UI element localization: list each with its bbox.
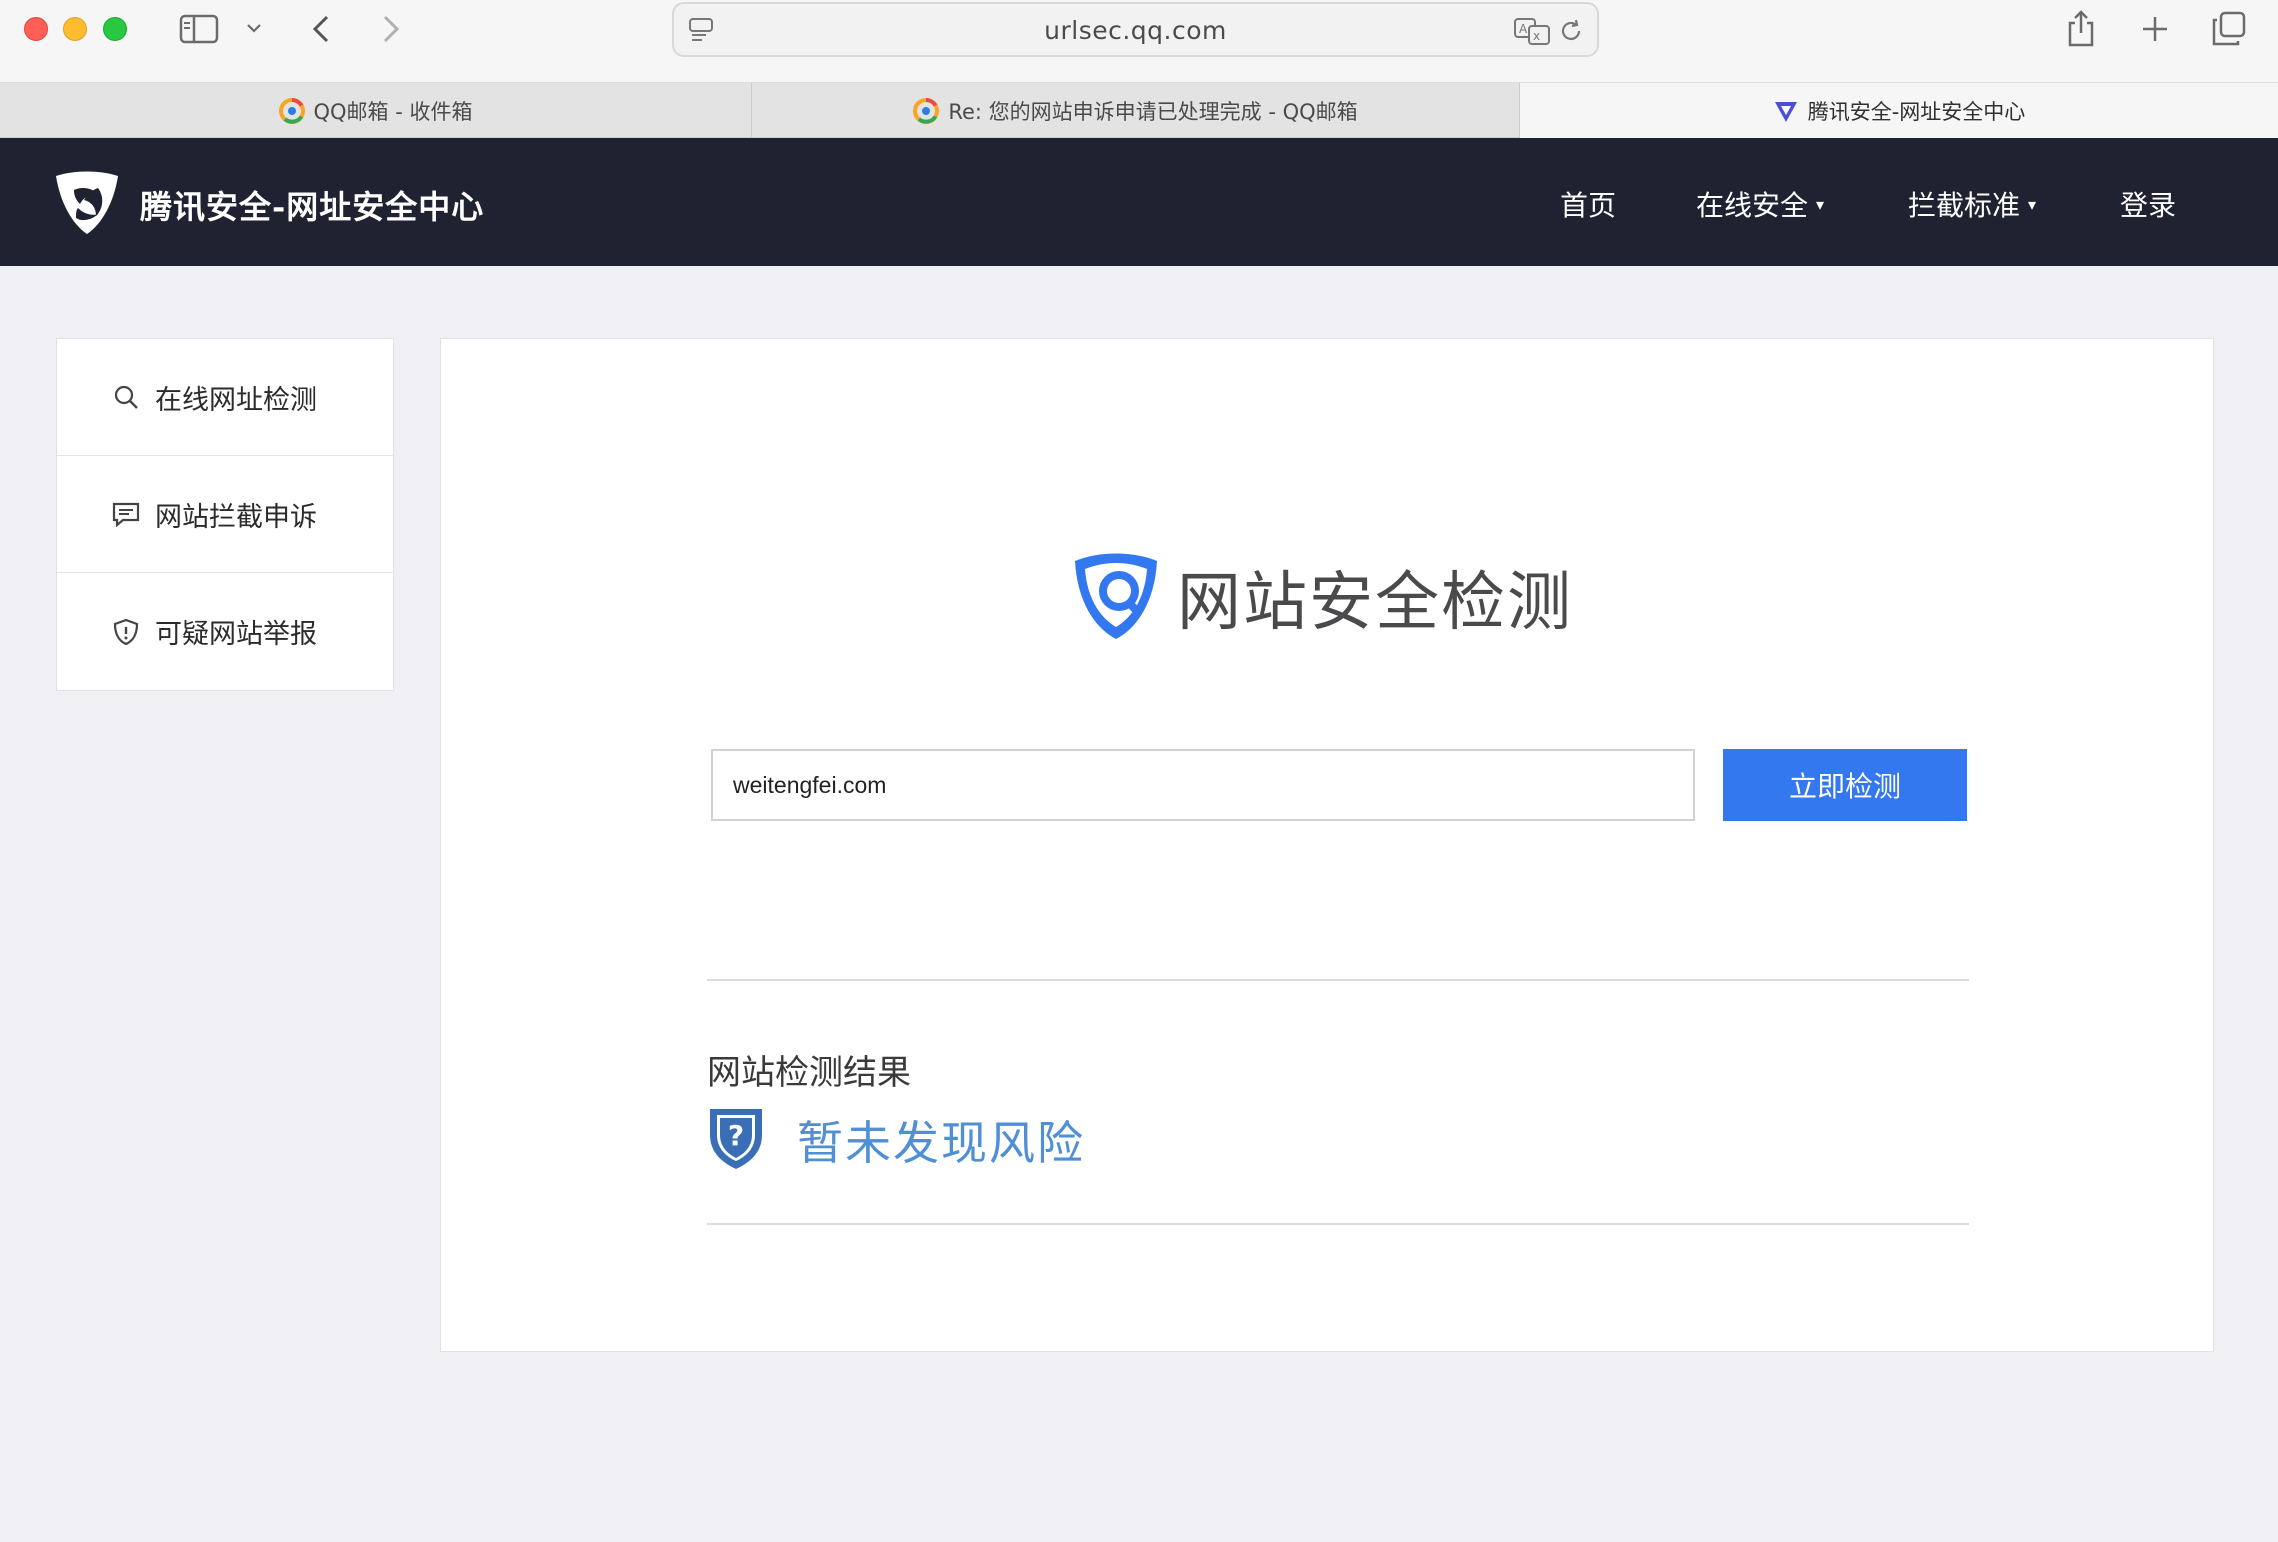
- chevron-down-icon[interactable]: [244, 18, 264, 38]
- caret-down-icon: ▾: [1816, 194, 1825, 214]
- forward-icon[interactable]: [376, 12, 406, 46]
- minimize-window-button[interactable]: [63, 17, 87, 41]
- sidebar-item-label: 网站拦截申诉: [155, 501, 317, 533]
- site-header: 腾讯安全-网址安全中心 首页 在线安全 ▾ 拦截标准 ▾ 登录: [0, 138, 2278, 266]
- new-tab-icon[interactable]: [2138, 12, 2172, 46]
- caret-down-icon: ▾: [2028, 194, 2037, 214]
- maximize-window-button[interactable]: [103, 17, 127, 41]
- svg-text:A: A: [1519, 22, 1528, 36]
- shield-question-icon: ?: [710, 1109, 762, 1169]
- tab-tencent-security[interactable]: 腾讯安全-网址安全中心: [1520, 83, 2278, 138]
- close-window-button[interactable]: [24, 17, 48, 41]
- divider: [707, 979, 1969, 981]
- divider: [707, 1223, 1969, 1225]
- svg-text:?: ?: [728, 1119, 744, 1152]
- search-icon: [114, 385, 138, 409]
- comment-icon: [112, 502, 140, 528]
- result-status: 暂未发现风险: [797, 1116, 1085, 1170]
- nav-label: 首页: [1560, 189, 1617, 222]
- qq-mail-favicon-icon: [278, 97, 305, 124]
- svg-text:x: x: [1533, 29, 1540, 43]
- address-bar[interactable]: urlsec.qq.com Ax: [672, 2, 1599, 57]
- nav-login[interactable]: 登录: [2120, 184, 2176, 224]
- nav-label: 在线安全: [1696, 189, 1809, 222]
- shield-alert-icon: [113, 618, 139, 645]
- sidebar-item-label: 可疑网站举报: [155, 619, 317, 650]
- tab-strip: QQ邮箱 - 收件箱 Re: 您的网站申诉申请已处理完成 - QQ邮箱 腾讯安全…: [0, 83, 2278, 138]
- nav-label: 登录: [2120, 189, 2177, 222]
- check-now-button[interactable]: 立即检测: [1723, 749, 1967, 821]
- hero-title: 网站安全检测: [1177, 566, 1573, 640]
- sidebar-item-online-check[interactable]: 在线网址检测: [57, 339, 393, 456]
- translate-icon[interactable]: Ax: [1512, 16, 1552, 46]
- sidebar: 在线网址检测 网站拦截申诉 可疑网站举报: [56, 338, 394, 691]
- reload-icon[interactable]: [1556, 16, 1586, 46]
- result-heading: 网站检测结果: [707, 1053, 911, 1093]
- main-panel: 网站安全检测 立即检测 网站检测结果 ? 暂未发现风险: [440, 338, 2214, 1352]
- sidebar-item-block-appeal[interactable]: 网站拦截申诉: [57, 456, 393, 573]
- tab-qq-mail-reply[interactable]: Re: 您的网站申诉申请已处理完成 - QQ邮箱: [752, 83, 1520, 138]
- tencent-security-favicon-icon: [1774, 101, 1797, 122]
- tab-label: 腾讯安全-网址安全中心: [1807, 99, 2026, 124]
- tab-label: Re: 您的网站申诉申请已处理完成 - QQ邮箱: [948, 99, 1358, 124]
- tencent-security-logo-icon[interactable]: [52, 168, 122, 238]
- url-search-input[interactable]: [711, 749, 1695, 821]
- sidebar-item-label: 在线网址检测: [155, 384, 317, 416]
- nav-home[interactable]: 首页: [1560, 184, 1616, 224]
- nav-block-standards[interactable]: 拦截标准 ▾: [1908, 184, 2036, 224]
- nav-label: 拦截标准: [1908, 189, 2021, 222]
- sidebar-toggle-icon[interactable]: [178, 12, 220, 46]
- qq-mail-favicon-icon: [913, 97, 940, 124]
- brand-title[interactable]: 腾讯安全-网址安全中心: [140, 182, 484, 228]
- browser-toolbar: urlsec.qq.com Ax: [0, 0, 2278, 83]
- shield-search-logo-icon: [1075, 553, 1157, 639]
- back-icon[interactable]: [306, 12, 336, 46]
- nav-online-security[interactable]: 在线安全 ▾: [1696, 184, 1824, 224]
- tab-label: QQ邮箱 - 收件箱: [313, 99, 473, 124]
- tab-qq-mail-inbox[interactable]: QQ邮箱 - 收件箱: [0, 83, 752, 138]
- url-text[interactable]: urlsec.qq.com: [674, 16, 1597, 45]
- sidebar-item-suspicious-report[interactable]: 可疑网站举报: [57, 573, 393, 690]
- tab-overview-icon[interactable]: [2210, 10, 2248, 48]
- share-icon[interactable]: [2064, 8, 2098, 50]
